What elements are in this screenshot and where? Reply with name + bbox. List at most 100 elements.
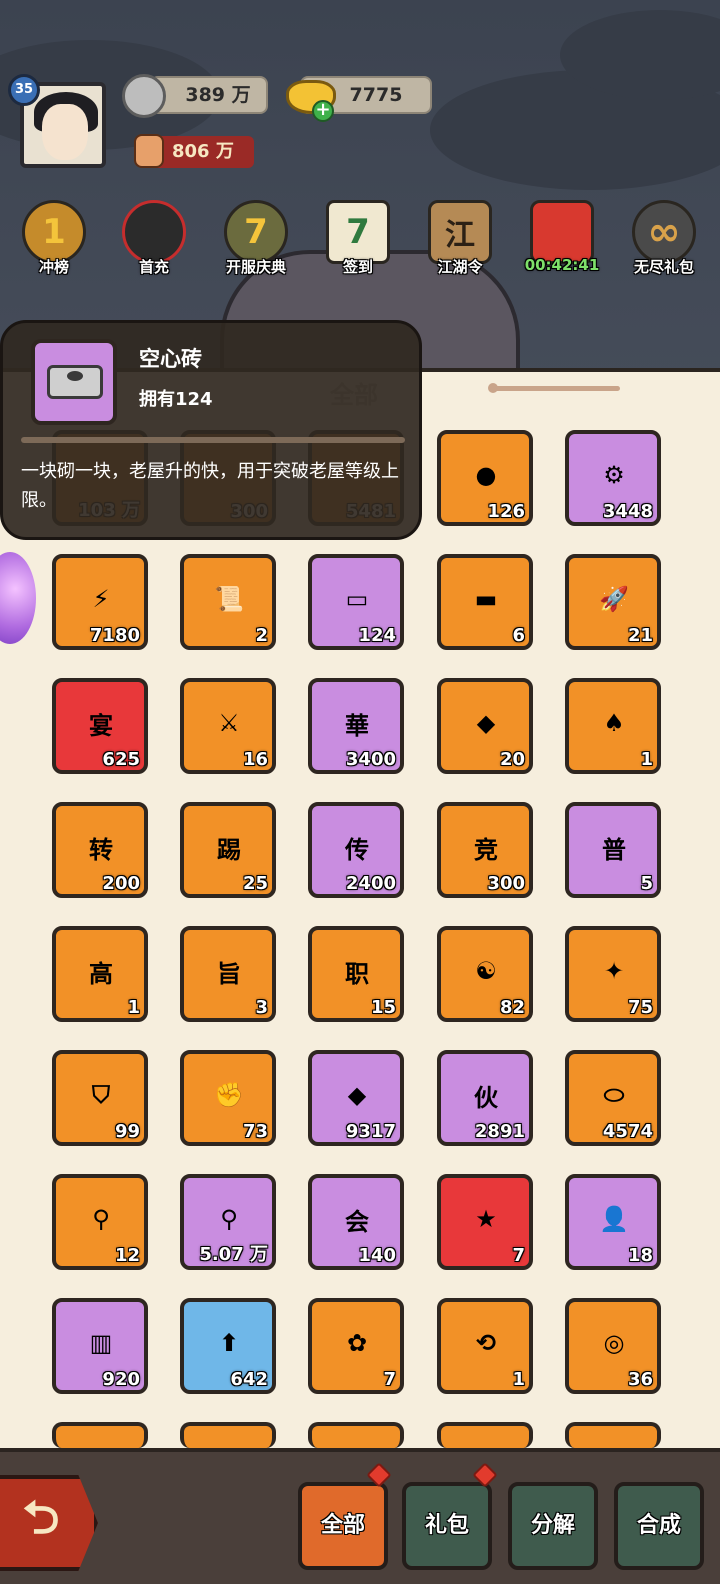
item-count: 6 xyxy=(512,625,525,646)
inventory-item[interactable]: ★ 7 xyxy=(437,1174,533,1270)
item-count: 3448 xyxy=(602,501,653,522)
menu-first-charge[interactable]: 首充 xyxy=(114,200,194,284)
item-count: 21 xyxy=(627,625,653,646)
silver-counter[interactable]: 389 万 xyxy=(150,76,268,114)
item-count: 1 xyxy=(512,1369,525,1390)
tooltip-item-name: 空心砖 xyxy=(139,347,202,371)
kick-badge-icon: 踢 xyxy=(217,835,241,864)
inventory-item[interactable]: 📜 2 xyxy=(180,554,276,650)
item-count: 2 xyxy=(255,625,268,646)
guild-coin-icon: 会 xyxy=(345,1207,369,1236)
tab-all[interactable]: 全部 xyxy=(298,1482,388,1570)
inventory-item[interactable]: ♠ 1 xyxy=(565,678,661,774)
inventory-item-partial[interactable] xyxy=(565,1422,661,1448)
inventory-item[interactable]: ◎ 36 xyxy=(565,1298,661,1394)
item-count: 5 xyxy=(640,873,653,894)
infinity-icon: ∞ xyxy=(632,200,696,264)
inventory-item[interactable]: ⬆ 642 xyxy=(180,1298,276,1394)
shield-pouch-icon: ⛉ xyxy=(92,1081,110,1109)
menu-server-celebration[interactable]: 7 开服庆典 xyxy=(216,200,296,284)
first-charge-hero-icon xyxy=(122,200,186,264)
inventory-item[interactable]: 伙 2891 xyxy=(437,1050,533,1146)
inventory-item[interactable]: ⬭ 4574 xyxy=(565,1050,661,1146)
inventory-item[interactable]: ✊ 73 xyxy=(180,1050,276,1146)
item-count: 12 xyxy=(114,1245,140,1266)
inventory-item[interactable]: ▭ 124 xyxy=(308,554,404,650)
rank-trophy-icon: 1 xyxy=(22,200,86,264)
inventory-item[interactable]: ⚡ 7180 xyxy=(52,554,148,650)
inventory-item-partial[interactable] xyxy=(437,1422,533,1448)
inventory-item[interactable]: 传 2400 xyxy=(308,802,404,898)
menu-timed-gift[interactable]: 00:42:41 xyxy=(522,200,602,284)
inventory-item[interactable]: 🚀 21 xyxy=(565,554,661,650)
item-count: 9317 xyxy=(345,1121,396,1142)
menu-endless-gift[interactable]: ∞ 无尽礼包 xyxy=(624,200,704,284)
inventory-item[interactable]: 会 140 xyxy=(308,1174,404,1270)
inventory-item[interactable]: ◆ 9317 xyxy=(308,1050,404,1146)
menu-sign-in[interactable]: 7 签到 xyxy=(318,200,398,284)
server-celebration-icon: 7 xyxy=(224,200,288,264)
scroll-paper-icon: 📜 xyxy=(214,585,244,613)
inventory-item[interactable]: 职 15 xyxy=(308,926,404,1022)
item-count: 2891 xyxy=(474,1121,525,1142)
inventory-item[interactable]: ● 126 xyxy=(437,430,533,526)
inventory-item[interactable]: 華 3400 xyxy=(308,678,404,774)
item-count: 16 xyxy=(242,749,268,770)
scrollbar[interactable] xyxy=(488,383,620,393)
inventory-item[interactable]: ⚔ 16 xyxy=(180,678,276,774)
tab-synthesize[interactable]: 合成 xyxy=(614,1482,704,1570)
transfer-coin-icon: 转 xyxy=(89,835,113,864)
inventory-item[interactable]: ⚲ 5.07 万 xyxy=(180,1174,276,1270)
menu-rank[interactable]: 1 冲榜 xyxy=(14,200,94,284)
stone-icon: ◆ xyxy=(347,1081,367,1109)
tooltip-owned-count: 拥有124 xyxy=(139,389,213,410)
inventory-item[interactable]: ✦ 75 xyxy=(565,926,661,1022)
item-count: 25 xyxy=(242,873,268,894)
compete-coin-icon: 竞 xyxy=(474,835,498,864)
inventory-item-partial[interactable] xyxy=(308,1422,404,1448)
back-button[interactable]: ⮌ xyxy=(0,1475,98,1571)
banquet-coin-icon: 宴 xyxy=(89,711,113,740)
blue-chip-icon: ◆ xyxy=(476,709,496,737)
inventory-item[interactable]: 旨3 xyxy=(180,926,276,1022)
brick-icon: ▬ xyxy=(474,585,498,613)
inventory-item[interactable]: ▥ 920 xyxy=(52,1298,148,1394)
inventory-item[interactable]: 竞 300 xyxy=(437,802,533,898)
partner-card-icon: 伙 xyxy=(474,1083,498,1112)
item-count: 82 xyxy=(499,997,525,1018)
plus-icon[interactable]: + xyxy=(312,100,334,122)
back-arrow-icon: ⮌ xyxy=(22,1490,60,1544)
inventory-item-partial[interactable] xyxy=(52,1422,148,1448)
inventory-item[interactable]: 踢 25 xyxy=(180,802,276,898)
green-ball-icon: ● xyxy=(475,461,497,489)
inventory-item[interactable]: ◆ 20 xyxy=(437,678,533,774)
menu-jianghu-token[interactable]: 江 江湖令 xyxy=(420,200,500,284)
inventory-item[interactable]: ☯ 82 xyxy=(437,926,533,1022)
activity-menu: 1 冲榜 首充 7 开服庆典 7 签到 江 江湖令 00:42:41 ∞ 无尽礼… xyxy=(14,200,714,290)
hollow-brick-icon xyxy=(31,339,117,425)
silver-coin-icon xyxy=(122,74,166,118)
hollow-brick-icon: ▭ xyxy=(345,585,369,613)
item-count: 18 xyxy=(627,1245,653,1266)
inventory-item[interactable]: ✿ 7 xyxy=(308,1298,404,1394)
inventory-item[interactable]: 宴 625 xyxy=(52,678,148,774)
inventory-item[interactable]: 高1 xyxy=(52,926,148,1022)
screw-icon: ⚙ xyxy=(603,461,625,489)
rope-spool-icon: ◎ xyxy=(603,1329,625,1357)
inventory-item[interactable]: ⚙ 3448 xyxy=(565,430,661,526)
gun-pouch-icon: ✦ xyxy=(603,957,625,985)
inventory-item[interactable]: 转 200 xyxy=(52,802,148,898)
tab-decompose[interactable]: 分解 xyxy=(508,1482,598,1570)
inventory-item[interactable]: ⚲ 12 xyxy=(52,1174,148,1270)
token-tag-icon: 江 xyxy=(428,200,492,264)
tab-gift-pack[interactable]: 礼包 xyxy=(402,1482,492,1570)
inventory-item[interactable]: ⟲ 1 xyxy=(437,1298,533,1394)
fist-power-icon xyxy=(134,134,164,168)
inventory-item-partial[interactable] xyxy=(180,1422,276,1448)
inventory-item[interactable]: ⛉ 99 xyxy=(52,1050,148,1146)
inventory-item[interactable]: 👤 18 xyxy=(565,1174,661,1270)
item-count: 200 xyxy=(102,873,140,894)
star-medal-icon: ★ xyxy=(475,1205,497,1233)
inventory-item[interactable]: ▬ 6 xyxy=(437,554,533,650)
inventory-item[interactable]: 普5 xyxy=(565,802,661,898)
